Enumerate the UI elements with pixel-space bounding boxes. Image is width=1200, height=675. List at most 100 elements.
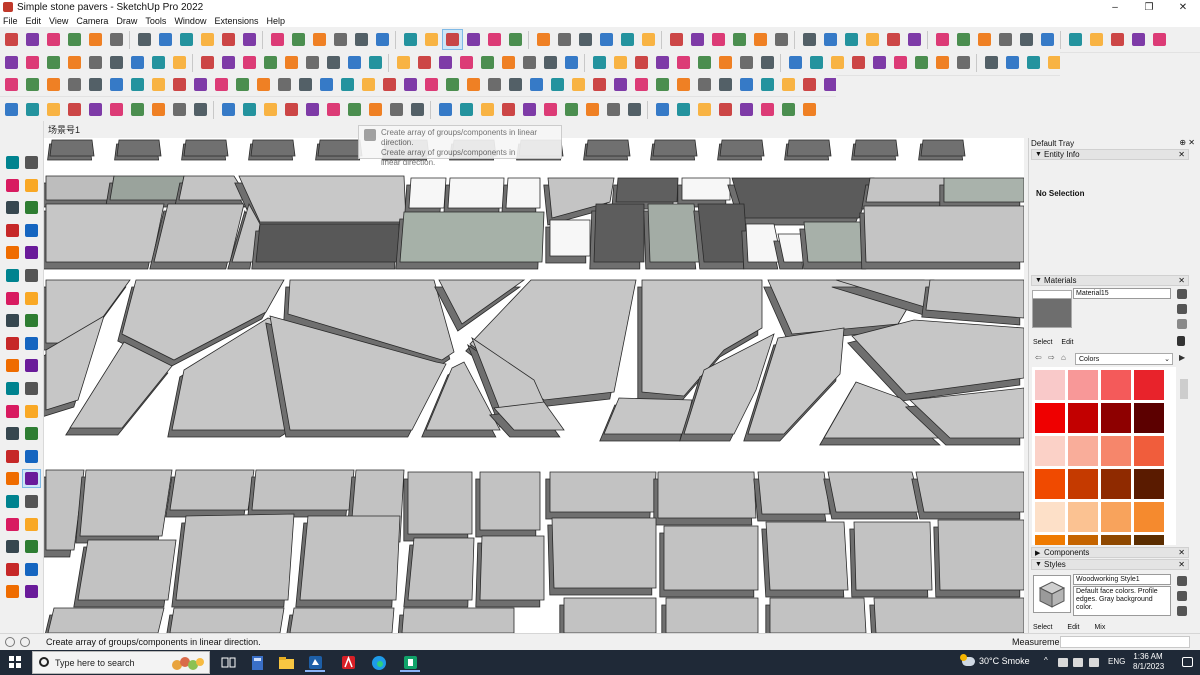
toolbar-button[interactable] — [107, 100, 126, 119]
paver-rect[interactable] — [769, 597, 867, 633]
toolbar-button[interactable] — [128, 100, 147, 119]
toolbar-button[interactable] — [625, 100, 644, 119]
toolbar-button[interactable] — [562, 53, 581, 72]
material-swatch[interactable] — [1101, 502, 1131, 532]
toolbar-button[interactable] — [149, 75, 168, 94]
large-tool-button[interactable] — [23, 583, 40, 600]
paver-rect[interactable] — [289, 607, 395, 633]
paver-stone[interactable] — [109, 175, 185, 201]
toolbar-button[interactable] — [107, 75, 126, 94]
paver-block[interactable] — [250, 139, 296, 157]
volume-icon[interactable] — [1089, 658, 1099, 667]
paver-block[interactable] — [652, 139, 698, 157]
paver-rect[interactable] — [665, 597, 759, 633]
paver-block[interactable] — [49, 139, 95, 157]
large-tool-button[interactable] — [4, 335, 21, 352]
windows-start-icon[interactable] — [9, 656, 21, 668]
panel-close-icon[interactable]: ✕ — [1178, 276, 1185, 285]
toolbar-button[interactable] — [2, 30, 21, 49]
large-tool-button[interactable] — [23, 403, 40, 420]
toolbar-button[interactable] — [464, 75, 483, 94]
toolbar-button[interactable] — [394, 53, 413, 72]
sample-paint-icon[interactable] — [1177, 336, 1185, 346]
paver-stone[interactable] — [153, 203, 245, 263]
toolbar-button[interactable] — [135, 30, 154, 49]
toolbar-button[interactable] — [569, 75, 588, 94]
toolbar-button[interactable] — [667, 30, 686, 49]
toolbar-button[interactable] — [331, 30, 350, 49]
toolbar-button[interactable] — [23, 53, 42, 72]
toolbar-button[interactable] — [387, 100, 406, 119]
toolbar-button[interactable] — [2, 53, 21, 72]
large-tool-button[interactable] — [4, 516, 21, 533]
toolbar-button[interactable] — [198, 53, 217, 72]
minimize-button[interactable]: – — [1098, 0, 1132, 14]
paver-rect[interactable] — [853, 521, 933, 591]
toolbar-button[interactable] — [415, 53, 434, 72]
info-icon[interactable] — [5, 637, 15, 647]
paver-rect[interactable] — [757, 471, 831, 515]
toolbar-button[interactable] — [842, 30, 861, 49]
toolbar-button[interactable] — [499, 53, 518, 72]
toolbar-button[interactable] — [422, 75, 441, 94]
toolbar-button[interactable] — [233, 75, 252, 94]
create-style-icon[interactable] — [1177, 591, 1187, 601]
toolbar-button[interactable] — [954, 30, 973, 49]
toolbar-button[interactable] — [520, 53, 539, 72]
material-swatch[interactable] — [1134, 436, 1164, 466]
toolbar-button[interactable] — [282, 100, 301, 119]
tab-select[interactable]: Select — [1033, 624, 1052, 631]
toolbar-button[interactable] — [828, 53, 847, 72]
tab-edit[interactable]: Edit — [1067, 624, 1079, 631]
toolbar-button[interactable] — [2, 100, 21, 119]
display-secondary-icon[interactable] — [1177, 289, 1187, 299]
material-swatch[interactable] — [1134, 469, 1164, 499]
large-tool-button[interactable] — [4, 357, 21, 374]
toolbar-button[interactable] — [758, 100, 777, 119]
paver-stone[interactable] — [399, 211, 545, 263]
toolbar-button[interactable] — [2, 75, 21, 94]
toolbar-button[interactable] — [499, 100, 518, 119]
toolbar-button[interactable] — [1038, 30, 1057, 49]
large-tool-button[interactable] — [4, 583, 21, 600]
paver-rect[interactable] — [299, 515, 401, 601]
tab-select[interactable]: Select — [1033, 339, 1052, 346]
toolbar-button[interactable] — [604, 100, 623, 119]
toolbar-button[interactable] — [590, 53, 609, 72]
toolbar-button[interactable] — [1066, 30, 1085, 49]
paver-stone[interactable] — [943, 177, 1024, 203]
toolbar-button[interactable] — [296, 75, 315, 94]
toolbar-button[interactable] — [555, 30, 574, 49]
large-tool-button[interactable] — [23, 199, 40, 216]
toolbar-button[interactable] — [506, 75, 525, 94]
scrollbar-thumb[interactable] — [1180, 379, 1188, 399]
paver-rect[interactable] — [79, 469, 173, 537]
toolbar-button[interactable] — [149, 53, 168, 72]
large-tool-button[interactable] — [4, 403, 21, 420]
toolbar-button[interactable] — [198, 30, 217, 49]
system-clock[interactable]: 1:36 AM 8/1/2023 — [1133, 652, 1164, 672]
toolbar-button[interactable] — [23, 100, 42, 119]
toolbar-button[interactable] — [905, 30, 924, 49]
toolbar-button[interactable] — [44, 53, 63, 72]
material-swatch[interactable] — [1134, 502, 1164, 532]
toolbar-button[interactable] — [485, 30, 504, 49]
toolbar-button[interactable] — [422, 30, 441, 49]
menu-draw[interactable]: Draw — [116, 16, 137, 26]
toolbar-button[interactable] — [527, 75, 546, 94]
toolbar-button[interactable] — [1045, 53, 1060, 72]
large-tool-button[interactable] — [23, 312, 40, 329]
paver-rect[interactable] — [663, 525, 759, 591]
toolbar-button[interactable] — [786, 53, 805, 72]
toolbar-button[interactable] — [289, 30, 308, 49]
menu-extensions[interactable]: Extensions — [214, 16, 258, 26]
toolbar-button[interactable] — [541, 53, 560, 72]
material-swatch[interactable] — [1134, 403, 1164, 433]
toolbar-button[interactable] — [86, 53, 105, 72]
paver-block[interactable] — [116, 139, 162, 157]
toolbar-button[interactable] — [177, 30, 196, 49]
swatch-scrollbar[interactable] — [1179, 367, 1189, 545]
paver-rect[interactable] — [169, 607, 285, 633]
toolbar-button[interactable] — [688, 30, 707, 49]
toolbar-button[interactable] — [912, 53, 931, 72]
